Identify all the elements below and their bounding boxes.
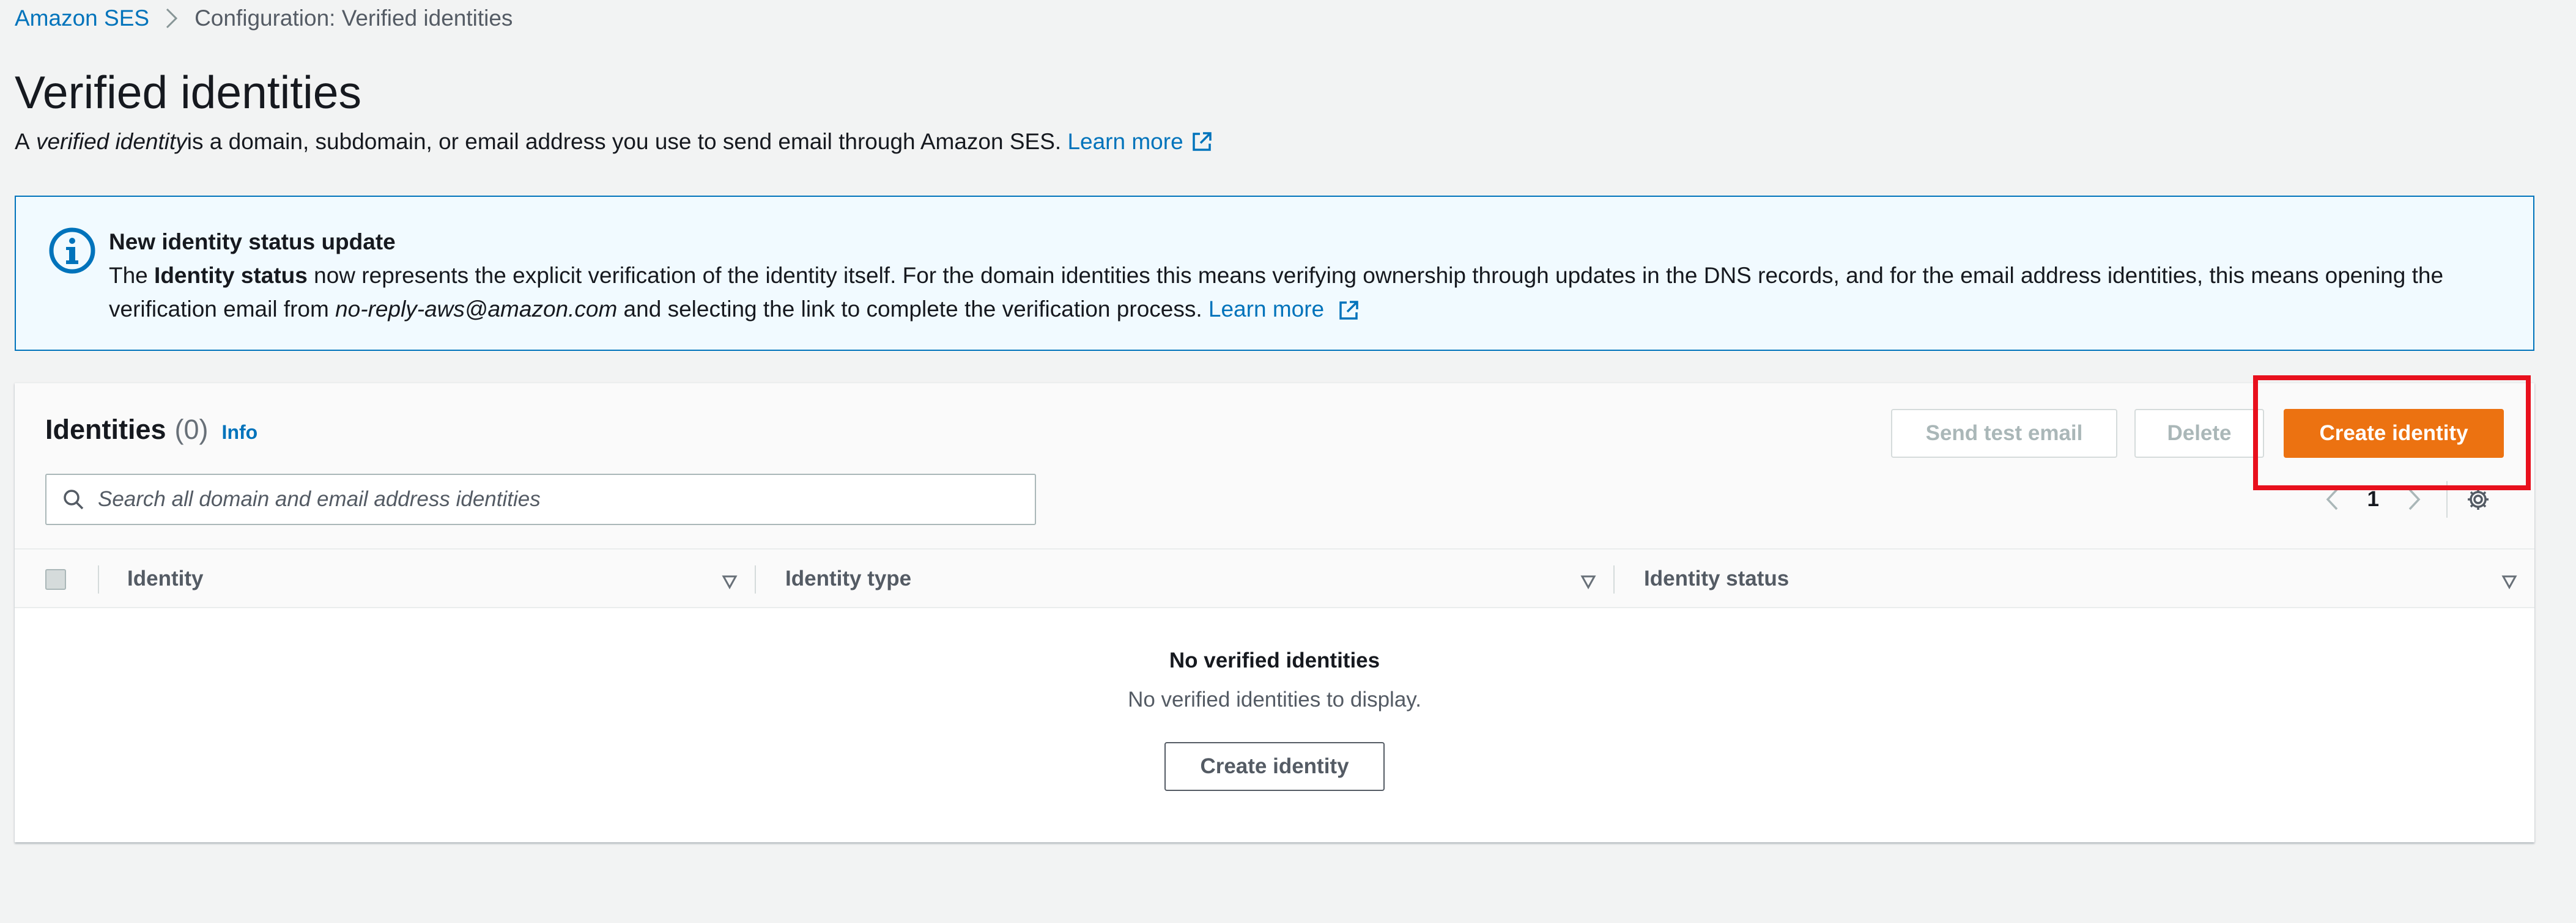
page-title: Verified identities — [15, 67, 362, 118]
gear-icon[interactable] — [2466, 487, 2490, 512]
flash-title: New identity status update — [109, 229, 396, 254]
highlight-box — [2253, 375, 2531, 490]
external-link-icon[interactable] — [1191, 131, 1213, 153]
description-suffix: is a domain, subdomain, or email address… — [187, 129, 1062, 154]
breadcrumb-link-amazon-ses[interactable]: Amazon SES — [15, 6, 149, 31]
column-header-identity-status[interactable]: Identity status — [1644, 550, 2534, 608]
search-box — [45, 474, 1036, 525]
empty-state-description: No verified identities to display. — [1128, 688, 1421, 712]
flash-text-part: and selecting the link to complete the v… — [617, 296, 1208, 322]
learn-more-link[interactable]: Learn more — [1067, 126, 1183, 158]
flash-text-part: The — [109, 263, 155, 288]
column-divider — [1613, 565, 1615, 594]
info-icon — [48, 226, 97, 278]
send-test-email-button[interactable]: Send test email — [1891, 409, 2117, 458]
sort-icon[interactable] — [1580, 570, 1596, 595]
flash-text: The Identity status now represents the e… — [109, 259, 2509, 326]
flash-body: New identity status update The Identity … — [109, 225, 2509, 326]
chevron-left-icon[interactable] — [2325, 487, 2339, 512]
flash-text-bold: Identity status — [154, 263, 308, 288]
breadcrumb-current: Configuration: Verified identities — [194, 6, 513, 31]
identities-table: Identity Identity type Identity status N… — [15, 548, 2534, 842]
table-header: Identity Identity type Identity status — [15, 548, 2534, 608]
page-number[interactable]: 1 — [2367, 487, 2379, 512]
search-icon — [62, 488, 84, 510]
info-flash-banner: New identity status update The Identity … — [15, 196, 2534, 351]
flash-text-email: no-reply-aws@amazon.com — [335, 296, 618, 322]
chevron-right-icon — [165, 7, 179, 29]
external-link-icon[interactable] — [1338, 300, 1360, 322]
empty-state-title: No verified identities — [1169, 649, 1380, 672]
flash-learn-more-link[interactable]: Learn more — [1208, 296, 1324, 322]
info-link[interactable]: Info — [222, 421, 258, 444]
column-header-label: Identity status — [1644, 567, 1790, 590]
page-description: A verified identity is a domain, subdoma… — [15, 126, 1213, 158]
column-divider — [98, 565, 99, 594]
sort-icon[interactable] — [2501, 570, 2517, 595]
column-header-identity-type[interactable]: Identity type — [785, 550, 1613, 608]
identities-header: Identities (0) Info — [45, 414, 257, 446]
identities-title: Identities — [45, 414, 166, 445]
identities-container: Identities (0) Info Send test email Dele… — [15, 383, 2534, 842]
column-header-label: Identity — [127, 567, 204, 590]
column-divider — [755, 565, 756, 594]
search-input[interactable] — [98, 487, 1015, 512]
identities-count: (0) — [174, 414, 209, 445]
column-header-label: Identity type — [785, 567, 912, 590]
empty-create-identity-button[interactable]: Create identity — [1164, 742, 1385, 791]
breadcrumb: Amazon SES Configuration: Verified ident… — [15, 4, 513, 33]
sort-icon[interactable] — [722, 570, 738, 595]
description-prefix: A — [15, 129, 30, 154]
description-emphasis: verified identity — [35, 129, 187, 154]
column-header-identity[interactable]: Identity — [127, 550, 755, 608]
select-all-checkbox[interactable] — [45, 569, 66, 590]
chevron-right-icon[interactable] — [2407, 487, 2422, 512]
delete-button[interactable]: Delete — [2134, 409, 2264, 458]
